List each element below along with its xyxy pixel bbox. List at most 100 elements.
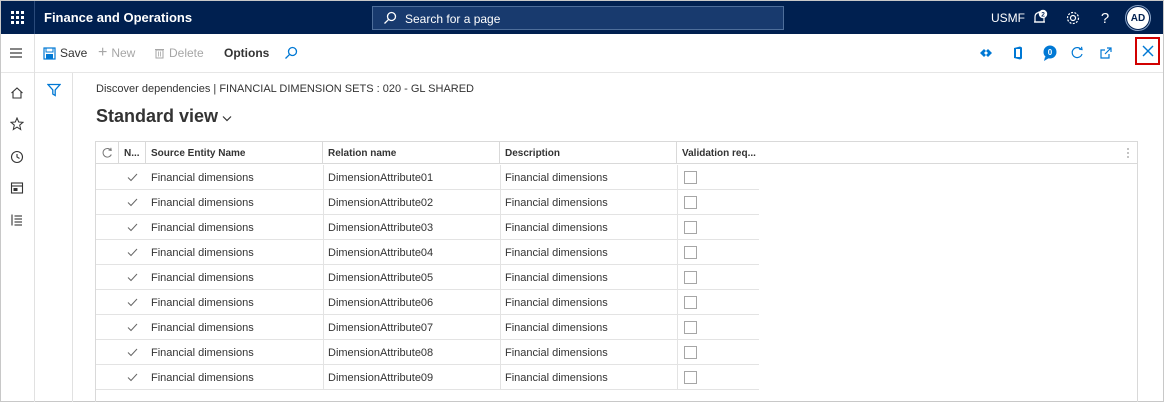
cell-relation-name: DimensionAttribute01 [328, 171, 434, 184]
table-row[interactable]: Financial dimensions DimensionAttribute05… [96, 265, 759, 290]
delete-label: Delete [169, 46, 204, 60]
message-badge-icon[interactable]: 0 [1041, 43, 1061, 63]
row-check-icon [119, 215, 146, 240]
svg-text:0: 0 [1048, 48, 1053, 57]
help-icon[interactable]: ? [1094, 7, 1116, 29]
row-selector-header[interactable] [96, 142, 119, 164]
workspaces-icon[interactable] [9, 180, 25, 196]
filter-pane [35, 73, 73, 402]
row-check-icon [119, 315, 146, 340]
notifications-icon[interactable]: 2 [1029, 7, 1051, 29]
table-row[interactable]: Financial dimensions DimensionAttribute04… [96, 240, 759, 265]
page-title: Standard view [96, 106, 219, 126]
column-header-relation-name[interactable]: Relation name [323, 142, 500, 164]
cell-relation-name: DimensionAttribute03 [328, 221, 434, 234]
close-icon [1142, 45, 1153, 57]
cell-description: Financial dimensions [505, 271, 608, 284]
validation-required-checkbox[interactable] [684, 271, 697, 284]
table-row[interactable]: Financial dimensions DimensionAttribute03… [96, 215, 759, 240]
trash-icon [155, 49, 164, 59]
cell-relation-name: DimensionAttribute06 [328, 296, 434, 309]
column-header-description[interactable]: Description [500, 142, 677, 164]
cell-description: Financial dimensions [505, 346, 608, 359]
table-row[interactable]: Financial dimensions DimensionAttribute07… [96, 315, 759, 340]
row-check-icon [119, 340, 146, 365]
plus-icon: + [98, 44, 108, 61]
options-label: Options [224, 46, 270, 60]
chevron-down-icon [222, 116, 232, 122]
bell-icon: 2 [1034, 9, 1048, 23]
cell-relation-name: DimensionAttribute02 [328, 196, 434, 209]
table-row[interactable]: Financial dimensions DimensionAttribute09… [96, 365, 759, 390]
close-button[interactable] [1135, 37, 1160, 65]
validation-required-checkbox[interactable] [684, 321, 697, 334]
column-header-validation-required[interactable]: Validation req... [677, 142, 1137, 164]
office-icon[interactable] [1008, 43, 1028, 63]
home-icon[interactable] [9, 85, 25, 101]
cell-source-entity-name: Financial dimensions [151, 171, 254, 184]
favorites-star-icon[interactable] [9, 116, 25, 132]
power-apps-icon[interactable] [976, 43, 996, 63]
refresh-icon[interactable] [1067, 43, 1087, 63]
table-row[interactable]: Financial dimensions DimensionAttribute08… [96, 340, 759, 365]
row-check-icon [119, 240, 146, 265]
cell-source-entity-name: Financial dimensions [151, 296, 254, 309]
cell-relation-name: DimensionAttribute08 [328, 346, 434, 359]
company-picker[interactable]: USMF [991, 11, 1025, 25]
new-button[interactable]: + New [98, 44, 135, 61]
save-button[interactable]: Save [43, 46, 87, 60]
avatar[interactable]: AD [1127, 7, 1149, 29]
breadcrumb: Discover dependencies | FINANCIAL DIMENS… [96, 83, 475, 95]
top-nav-bar: Finance and Operations Search for a page… [1, 1, 1163, 34]
cell-description: Financial dimensions [505, 221, 608, 234]
options-tab[interactable]: Options [224, 46, 269, 60]
cell-relation-name: DimensionAttribute07 [328, 321, 434, 334]
open-new-window-icon[interactable] [1096, 43, 1116, 63]
recent-clock-icon[interactable] [9, 149, 25, 165]
validation-required-checkbox[interactable] [684, 196, 697, 209]
refresh-rows-icon [102, 147, 112, 158]
cell-description: Financial dimensions [505, 371, 608, 384]
app-title: Finance and Operations [44, 10, 193, 25]
cell-relation-name: DimensionAttribute09 [328, 371, 434, 384]
grid-header: N... Source Entity Name Relation name De… [96, 142, 1137, 164]
cell-source-entity-name: Financial dimensions [151, 196, 254, 209]
cell-source-entity-name: Financial dimensions [151, 346, 254, 359]
modules-list-icon[interactable] [9, 212, 25, 228]
topbar-divider [34, 1, 35, 34]
cell-description: Financial dimensions [505, 171, 608, 184]
row-check-icon [119, 190, 146, 215]
view-selector[interactable]: Standard view [96, 106, 232, 127]
search-input[interactable]: Search for a page [372, 6, 784, 30]
column-header-n[interactable]: N... [119, 142, 146, 164]
more-options-icon[interactable] [1125, 146, 1131, 160]
row-check-icon [119, 165, 146, 190]
search-placeholder: Search for a page [405, 12, 501, 26]
validation-required-checkbox[interactable] [684, 346, 697, 359]
table-row[interactable]: Financial dimensions DimensionAttribute01… [96, 165, 759, 190]
hamburger-menu-icon[interactable] [9, 46, 23, 60]
save-icon [43, 46, 56, 60]
table-row[interactable]: Financial dimensions DimensionAttribute06… [96, 290, 759, 315]
validation-required-checkbox[interactable] [684, 221, 697, 234]
filter-icon[interactable] [47, 83, 61, 97]
cell-relation-name: DimensionAttribute04 [328, 246, 434, 259]
cell-description: Financial dimensions [505, 196, 608, 209]
svg-text:2: 2 [1041, 11, 1045, 18]
validation-required-checkbox[interactable] [684, 296, 697, 309]
validation-required-checkbox[interactable] [684, 371, 697, 384]
table-row[interactable]: Financial dimensions DimensionAttribute02… [96, 190, 759, 215]
row-check-icon [119, 265, 146, 290]
validation-required-checkbox[interactable] [684, 171, 697, 184]
cell-description: Financial dimensions [505, 296, 608, 309]
row-check-icon [119, 365, 146, 390]
action-search-icon[interactable] [284, 46, 298, 60]
validation-required-checkbox[interactable] [684, 246, 697, 259]
settings-gear-icon[interactable] [1062, 7, 1084, 29]
cell-description: Financial dimensions [505, 246, 608, 259]
delete-button[interactable]: Delete [154, 46, 204, 60]
app-launcher-icon[interactable] [1, 1, 34, 34]
cell-source-entity-name: Financial dimensions [151, 246, 254, 259]
cell-relation-name: DimensionAttribute05 [328, 271, 434, 284]
column-header-source-entity-name[interactable]: Source Entity Name [146, 142, 323, 164]
